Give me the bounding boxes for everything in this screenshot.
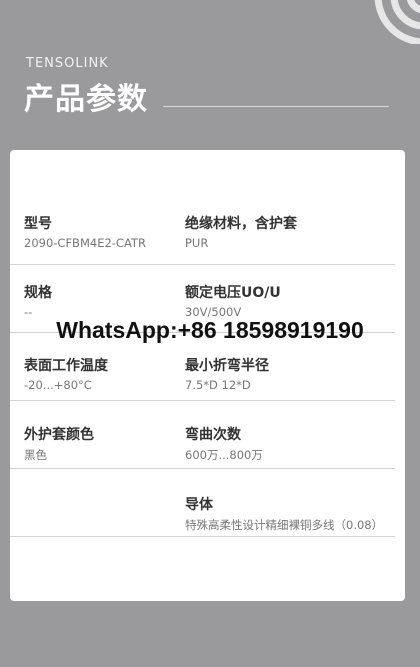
- page-title: 产品参数: [24, 82, 148, 117]
- spec-value-bend-radius: 7.5*D 12*D: [185, 378, 251, 392]
- row-divider: [10, 468, 170, 469]
- row-divider: [170, 264, 395, 265]
- row-divider: [10, 536, 395, 537]
- spec-label-model: 型号: [24, 216, 52, 232]
- whatsapp-contact-overlay: WhatsApp:+86 18598919190: [56, 317, 364, 343]
- spec-value-insulation: PUR: [185, 236, 209, 250]
- spec-label-temperature: 表面工作温度: [24, 358, 108, 374]
- spec-label-voltage: 额定电压UO/U: [185, 285, 281, 301]
- spec-value-temperature: -20...+80°C: [24, 378, 92, 392]
- row-divider: [170, 468, 395, 469]
- row-divider: [170, 400, 395, 401]
- spec-value-conductor: 特殊高柔性设计精细裸铜多线（0.08）: [185, 518, 384, 532]
- decorative-arcs-icon: [340, 0, 420, 44]
- spec-label-bend-cycles: 弯曲次数: [185, 427, 241, 443]
- spec-label-spec: 规格: [24, 285, 52, 301]
- spec-value-bend-cycles: 600万...800万: [185, 448, 263, 462]
- row-divider: [10, 264, 170, 265]
- spec-label-bend-radius: 最小折弯半径: [185, 358, 269, 374]
- spec-card: 型号 2090-CFBM4E2-CATR 绝缘材料，含护套 PUR 规格 -- …: [10, 150, 405, 601]
- spec-value-model: 2090-CFBM4E2-CATR: [24, 236, 146, 250]
- spec-value-jacket-color: 黑色: [24, 448, 47, 462]
- brand-name: TENSOLINK: [26, 56, 109, 71]
- row-divider: [10, 400, 170, 401]
- spec-label-conductor: 导体: [185, 497, 213, 513]
- spec-label-jacket-color: 外护套颜色: [24, 427, 94, 443]
- spec-label-insulation: 绝缘材料，含护套: [185, 216, 297, 232]
- title-underline: [163, 106, 389, 107]
